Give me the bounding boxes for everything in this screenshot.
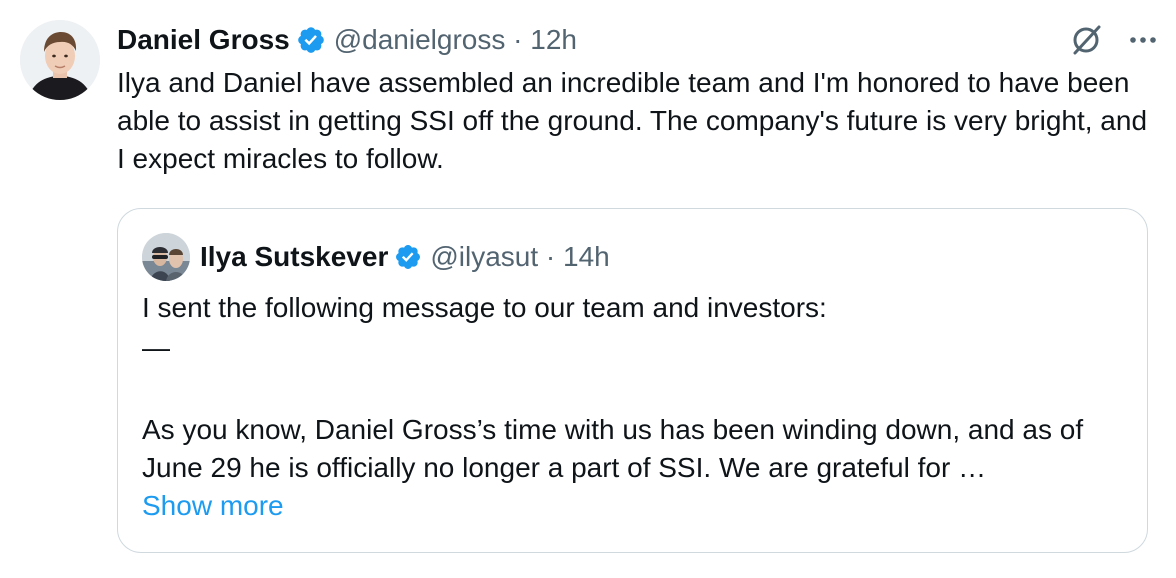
author-avatar[interactable] (20, 20, 100, 100)
separator-dot: · (513, 24, 523, 55)
tweet-text: Ilya and Daniel have assembled an incred… (117, 67, 1148, 174)
separator-dot: · (545, 241, 556, 272)
quoted-tweet-line1: I sent the following message to our team… (142, 292, 827, 323)
verified-badge-icon (296, 25, 326, 55)
tweet-header: Daniel Gross @danielgross · 12h (117, 22, 577, 58)
tweet-actions (1068, 22, 1158, 58)
grok-icon[interactable] (1068, 22, 1104, 58)
verified-badge-icon (394, 243, 422, 271)
quoted-author-handle: @ilyasut (430, 241, 539, 272)
show-more-link[interactable]: Show more (142, 490, 284, 521)
tweet-card[interactable]: Daniel Gross @danielgross · 12h Ilya and… (0, 0, 1176, 578)
quoted-tweet-time: 14h (563, 241, 610, 272)
author-name[interactable]: Daniel Gross (117, 24, 290, 56)
tweet-time[interactable]: 12h (530, 24, 577, 56)
author-handle[interactable]: @danielgross (334, 24, 506, 56)
quoted-tweet-text: As you know, Daniel Gross’s time with us… (142, 411, 1127, 525)
quoted-tweet-paragraph: As you know, Daniel Gross’s time with us… (142, 414, 1084, 483)
quoted-author-avatar (142, 233, 190, 281)
quoted-tweet[interactable]: Ilya Sutskever @ilyasut · 14h I sent the… (117, 208, 1148, 553)
more-icon[interactable] (1128, 25, 1158, 55)
quoted-tweet-header: Ilya Sutskever @ilyasut · 14h (142, 231, 610, 283)
quoted-author-name[interactable]: Ilya Sutskever (200, 241, 388, 273)
author-avatar-image (20, 20, 100, 100)
quoted-tweet-dash: — (142, 332, 170, 363)
